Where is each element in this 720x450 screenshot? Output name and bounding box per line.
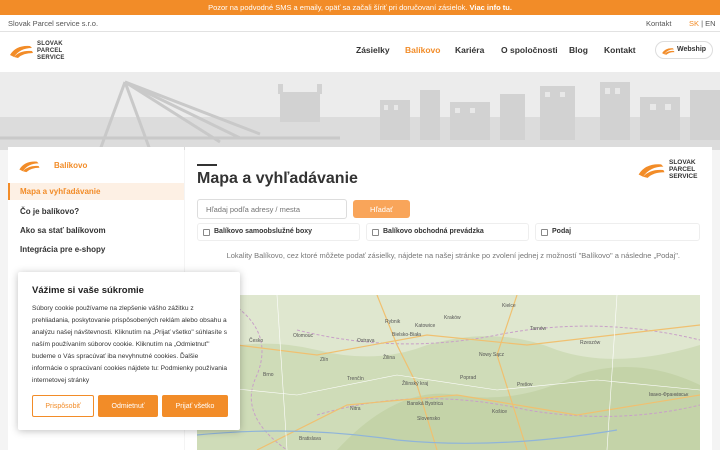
- alert-text: Pozor na podvodné SMS a emaily, opäť sa …: [208, 3, 468, 12]
- map-label: Rybnik: [385, 319, 401, 325]
- webship-icon: [662, 48, 675, 55]
- map-label: Bratislava: [299, 436, 321, 442]
- map-label: Katowice: [415, 323, 436, 329]
- cookie-accept-all-button[interactable]: Prijať všetko: [162, 395, 228, 417]
- alert-bar: Pozor na podvodné SMS a emaily, opäť sa …: [0, 0, 720, 15]
- cookie-customize-button[interactable]: Prispôsobiť: [32, 395, 94, 417]
- webship-button[interactable]: Webship: [655, 41, 713, 59]
- cookie-consent-dialog: Vážime si vaše súkromie Súbory cookie po…: [18, 272, 240, 430]
- topbar-contact-link[interactable]: Kontakt: [646, 19, 671, 28]
- language-switch: SK | EN: [689, 19, 716, 28]
- lang-en-link[interactable]: EN: [705, 19, 715, 28]
- sps-logo-line-2: PARCEL: [669, 166, 696, 173]
- balikovo-logo-icon: [19, 161, 40, 173]
- sps-logo-line-3: SERVICE: [669, 173, 698, 180]
- sps-logo-text: SLOVAK PARCEL SERVICE: [669, 159, 697, 180]
- logo-line-3: SERVICE: [37, 55, 65, 61]
- sps-logo-icon: [638, 164, 665, 178]
- map-label: Poprad: [460, 375, 477, 381]
- map-label: Trenčín: [347, 376, 364, 382]
- checkbox-icon[interactable]: [203, 229, 210, 236]
- map-label: Bielsko-Biała: [392, 332, 421, 338]
- map-label: Івано-Франківськ: [649, 392, 689, 398]
- map-label: Kielce: [502, 303, 516, 309]
- nav-kontakt[interactable]: Kontakt: [604, 45, 636, 55]
- map-label: Nitra: [350, 406, 361, 412]
- map-label: Rzeszów: [580, 340, 601, 346]
- filter-label: Balíkovo obchodná prevádzka: [383, 228, 484, 235]
- nav-o-spolocnosti[interactable]: O spoločnosti: [501, 45, 558, 55]
- main-header: SLOVAK PARCEL SERVICE Zásielky Balíkovo …: [0, 32, 720, 72]
- sps-logo-icon: [10, 45, 33, 58]
- webship-label: Webship: [677, 46, 707, 53]
- sidebar-header: Balíkovo: [16, 157, 176, 173]
- logo-line-1: SLOVAK: [37, 41, 63, 47]
- map-label: Brno: [263, 372, 274, 378]
- page-title: Mapa a vyhľadávanie: [197, 170, 358, 187]
- filter-label: Podaj: [552, 228, 572, 235]
- sps-logo: SLOVAK PARCEL SERVICE: [635, 159, 705, 181]
- map-label: Banská Bystrica: [407, 401, 443, 407]
- logo-text: SLOVAK PARCEL SERVICE: [37, 41, 65, 62]
- checkbox-icon[interactable]: [541, 229, 548, 236]
- main-content: Mapa a vyhľadávanie SLOVAK PARCEL SERVIC…: [185, 147, 712, 450]
- city-skyline-illustration: [0, 80, 720, 150]
- topbar: Slovak Parcel service s.r.o. Kontakt SK …: [0, 15, 720, 32]
- map-label: Slovensko: [417, 416, 441, 422]
- map-label: Prešov: [517, 382, 533, 388]
- map-label: Ostrava: [357, 338, 375, 344]
- sidebar-item-integracia[interactable]: Integrácia pre e-shopy: [8, 241, 184, 258]
- nav-kariera[interactable]: Kariéra: [455, 45, 484, 55]
- sps-logo-line-1: SLOVAK: [669, 159, 696, 166]
- map-label: Kraków: [444, 315, 461, 321]
- cookie-reject-button[interactable]: Odmietnuť: [98, 395, 158, 417]
- map-label: Zlín: [320, 357, 329, 363]
- filter-obchodna-prevadzka[interactable]: Balíkovo obchodná prevádzka: [366, 223, 529, 241]
- search-input[interactable]: [197, 199, 347, 219]
- logo-line-2: PARCEL: [37, 48, 63, 54]
- sidebar-title: Balíkovo: [54, 161, 88, 170]
- sidebar-item-mapa[interactable]: Mapa a vyhľadávanie: [8, 183, 184, 200]
- site-logo[interactable]: SLOVAK PARCEL SERVICE: [8, 41, 68, 63]
- search-button[interactable]: Hľadať: [353, 200, 410, 218]
- sidebar-item-ako-sa-stat[interactable]: Ako sa stať balíkovom: [8, 222, 184, 239]
- lang-sk-link[interactable]: SK: [689, 19, 699, 28]
- nav-zasielky[interactable]: Zásielky: [356, 45, 390, 55]
- map-label: Nowy Sącz: [479, 352, 505, 358]
- hero-banner: [0, 72, 720, 150]
- company-name: Slovak Parcel service s.r.o.: [8, 19, 99, 28]
- location-map[interactable]: Kraków Rybnik Bielsko-Biała Tarnów Olomo…: [197, 295, 700, 450]
- map-label: Olomouc: [293, 333, 314, 339]
- cookie-title: Vážime si vaše súkromie: [32, 285, 144, 296]
- nav-blog[interactable]: Blog: [569, 45, 588, 55]
- map-label: Česko: [249, 338, 264, 344]
- alert-link[interactable]: Viac info tu.: [470, 3, 512, 12]
- map-label: Žilina: [383, 355, 395, 361]
- title-accent-line: [197, 164, 217, 166]
- filter-samoobsluzne-boxy[interactable]: Balíkovo samoobslužné boxy: [197, 223, 360, 241]
- cookie-body: Súbory cookie používame na zlepšenie váš…: [32, 305, 228, 384]
- map-label: Tarnów: [530, 326, 547, 332]
- nav-balikovo[interactable]: Balíkovo: [405, 45, 440, 55]
- filter-podaj[interactable]: Podaj: [535, 223, 700, 241]
- sidebar-item-co-je-balikovo[interactable]: Čo je balíkovo?: [8, 203, 184, 220]
- map-label: Žilinský kraj: [402, 381, 429, 387]
- filter-label: Balíkovo samoobslužné boxy: [214, 228, 313, 235]
- checkbox-icon[interactable]: [372, 229, 379, 236]
- map-label: Košice: [492, 409, 508, 415]
- info-text: Lokality Balíkovo, cez ktoré môžete poda…: [226, 251, 680, 260]
